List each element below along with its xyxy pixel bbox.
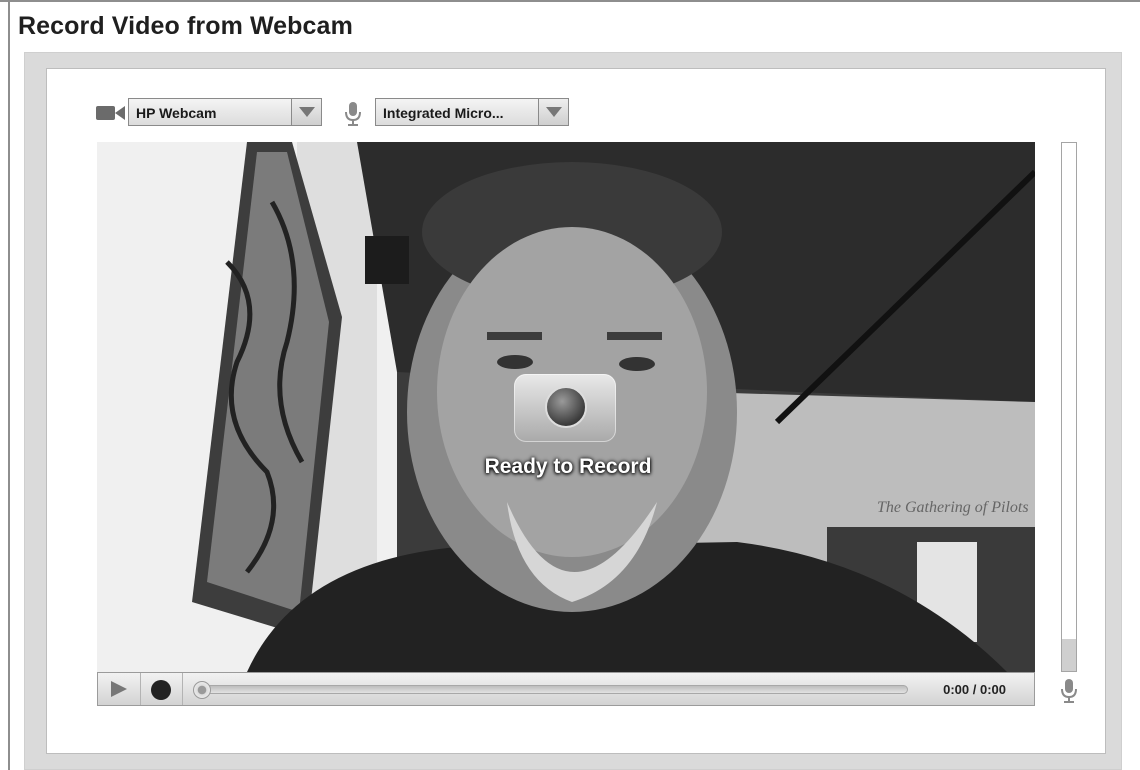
microphone-select-value: Integrated Micro... xyxy=(383,105,504,121)
playback-control-bar: 0:00 / 0:00 xyxy=(97,672,1035,706)
microphone-icon xyxy=(1060,678,1078,704)
time-display: 0:00 / 0:00 xyxy=(943,682,1006,697)
video-camera-icon xyxy=(96,104,126,122)
record-icon xyxy=(151,680,171,700)
record-button[interactable] xyxy=(140,673,183,705)
window-border-top xyxy=(0,0,1140,2)
play-icon xyxy=(111,681,127,697)
seek-handle[interactable] xyxy=(193,681,211,699)
camera-select[interactable]: HP Webcam xyxy=(128,98,322,126)
camera-select-value: HP Webcam xyxy=(136,105,217,121)
chevron-down-icon[interactable] xyxy=(291,99,321,125)
play-button[interactable] xyxy=(98,673,141,705)
start-recording-button[interactable] xyxy=(514,374,616,442)
microphone-icon xyxy=(344,101,362,127)
window-border-left xyxy=(8,0,10,770)
recorder-status-text: Ready to Record xyxy=(484,455,652,478)
page-title: Record Video from Webcam xyxy=(18,12,353,40)
seek-bar[interactable] xyxy=(198,685,908,694)
microphone-select[interactable]: Integrated Micro... xyxy=(375,98,569,126)
audio-level-fill xyxy=(1062,639,1076,671)
svg-text:The Gathering of Pilots: The Gathering of Pilots xyxy=(877,499,1029,516)
record-icon xyxy=(545,386,587,428)
chevron-down-icon[interactable] xyxy=(538,99,568,125)
audio-level-meter xyxy=(1061,142,1077,672)
